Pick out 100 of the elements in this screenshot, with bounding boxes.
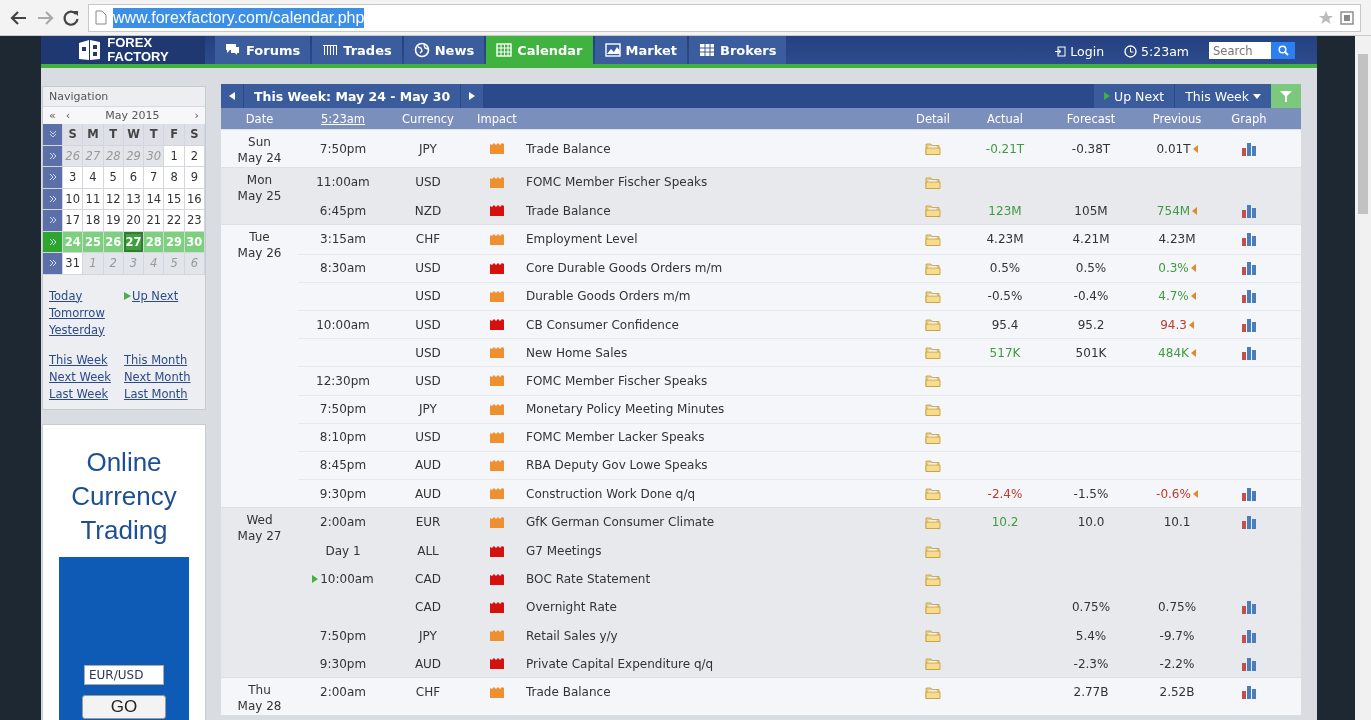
calendar-day[interactable]: 21: [144, 210, 165, 232]
bar-chart-icon[interactable]: [1241, 141, 1257, 156]
nav-tab[interactable]: Trades: [312, 36, 402, 64]
range-dropdown[interactable]: This Week: [1175, 84, 1271, 108]
folder-icon[interactable]: [925, 544, 941, 558]
event-title[interactable]: Construction Work Done q/q: [526, 486, 696, 501]
event-title[interactable]: BOC Rate Statement: [526, 572, 651, 587]
range-link[interactable]: Last Week: [49, 386, 109, 401]
folder-icon[interactable]: [925, 487, 941, 501]
calendar-day[interactable]: 9: [184, 167, 205, 189]
bar-chart-icon[interactable]: [1241, 289, 1257, 304]
bar-chart-icon[interactable]: [1241, 656, 1257, 671]
nav-tab[interactable]: Brokers: [688, 36, 787, 64]
next-week-button[interactable]: [461, 84, 484, 108]
event-title[interactable]: Monetary Policy Meeting Minutes: [526, 402, 725, 417]
search-field[interactable]: Search: [1209, 42, 1271, 59]
event-title[interactable]: Core Durable Goods Orders m/m: [526, 261, 723, 276]
calendar-day[interactable]: 31: [63, 253, 84, 275]
folder-icon[interactable]: [925, 232, 941, 246]
week-row-link[interactable]: [43, 145, 63, 167]
calendar-day[interactable]: 17: [63, 210, 84, 232]
nav-link[interactable]: Tomorrow: [49, 305, 105, 320]
ad-banner[interactable]: Online Currency Trading EUR/USD GO: [42, 423, 206, 720]
week-row-link[interactable]: [43, 167, 63, 189]
range-link[interactable]: Next Month: [124, 369, 191, 384]
bar-chart-icon[interactable]: [1241, 345, 1257, 360]
next-month-link[interactable]: ›: [194, 109, 199, 122]
bar-chart-icon[interactable]: [1241, 486, 1257, 501]
prev-week-button[interactable]: [221, 84, 243, 108]
search-button[interactable]: [1271, 42, 1295, 59]
folder-icon[interactable]: [925, 175, 941, 189]
range-link[interactable]: This Month: [124, 352, 188, 367]
event-title[interactable]: Overnight Rate: [526, 600, 617, 615]
folder-icon[interactable]: [925, 346, 941, 360]
bar-chart-icon[interactable]: [1241, 203, 1257, 218]
folder-icon[interactable]: [925, 572, 941, 586]
nav-tab[interactable]: News: [403, 36, 485, 64]
nav-tab[interactable]: Forums: [215, 36, 311, 64]
calendar-day[interactable]: 15: [164, 188, 185, 210]
event-title[interactable]: Retail Sales y/y: [526, 628, 618, 643]
login-link[interactable]: Login: [1055, 42, 1105, 60]
nav-link[interactable]: Today: [49, 288, 83, 303]
filter-button[interactable]: [1271, 84, 1301, 108]
calendar-day[interactable]: 3: [63, 167, 84, 189]
scrollbar[interactable]: [1355, 36, 1371, 720]
range-link[interactable]: Next Week: [49, 369, 111, 384]
folder-icon[interactable]: [925, 430, 941, 444]
calendar-day[interactable]: 7: [144, 167, 165, 189]
calendar-day[interactable]: 20: [123, 210, 145, 232]
calendar-day[interactable]: 5: [103, 167, 124, 189]
folder-icon[interactable]: [925, 402, 941, 416]
event-title[interactable]: CB Consumer Confidence: [526, 317, 679, 332]
nav-tab[interactable]: Market: [594, 36, 687, 64]
prev-year-link[interactable]: «: [49, 109, 56, 122]
range-link[interactable]: This Week: [49, 352, 108, 367]
week-row-link[interactable]: [43, 253, 63, 275]
calendar-day[interactable]: 11: [83, 188, 104, 210]
bar-chart-icon[interactable]: [1241, 317, 1257, 332]
week-row-link[interactable]: [43, 231, 63, 253]
go-button[interactable]: GO: [82, 694, 166, 719]
calendar-day[interactable]: 1: [164, 145, 185, 167]
folder-icon[interactable]: [925, 600, 941, 614]
star-icon[interactable]: [1318, 9, 1334, 26]
nav-link[interactable]: Yesterday: [49, 322, 105, 337]
event-title[interactable]: Trade Balance: [526, 685, 611, 700]
folder-icon[interactable]: [925, 289, 941, 303]
reload-icon[interactable]: [62, 8, 80, 27]
chevron-down-icon[interactable]: [48, 130, 57, 139]
bar-chart-icon[interactable]: [1241, 515, 1257, 530]
calendar-day[interactable]: 4: [83, 167, 104, 189]
bar-chart-icon[interactable]: [1241, 685, 1257, 700]
folder-icon[interactable]: [925, 629, 941, 643]
calendar-day[interactable]: 8: [164, 167, 185, 189]
bar-chart-icon[interactable]: [1241, 232, 1257, 247]
bar-chart-icon[interactable]: [1241, 600, 1257, 615]
folder-icon[interactable]: [925, 515, 941, 529]
back-icon[interactable]: [10, 9, 28, 26]
nav-link[interactable]: Up Next: [132, 288, 179, 303]
bar-chart-icon[interactable]: [1241, 261, 1257, 276]
pair-select[interactable]: EUR/USD: [84, 664, 164, 685]
folder-icon[interactable]: [925, 261, 941, 275]
folder-icon[interactable]: [925, 458, 941, 472]
event-title[interactable]: G7 Meetings: [526, 544, 602, 559]
event-title[interactable]: Trade Balance: [526, 141, 611, 156]
calendar-day[interactable]: 6: [123, 167, 145, 189]
calendar-day[interactable]: 23: [184, 210, 205, 232]
week-row-link[interactable]: [43, 188, 63, 210]
event-title[interactable]: Employment Level: [526, 232, 638, 247]
folder-icon[interactable]: [925, 374, 941, 388]
extension-icon[interactable]: [1340, 10, 1354, 25]
event-title[interactable]: Trade Balance: [526, 203, 611, 218]
event-title[interactable]: FOMC Member Lacker Speaks: [526, 430, 705, 445]
folder-icon[interactable]: [925, 685, 941, 699]
event-title[interactable]: GfK German Consumer Climate: [526, 515, 715, 530]
folder-icon[interactable]: [925, 318, 941, 332]
calendar-day[interactable]: 19: [103, 210, 124, 232]
event-title[interactable]: FOMC Member Fischer Speaks: [526, 175, 708, 190]
range-link[interactable]: Last Month: [124, 386, 188, 401]
up-next-button[interactable]: Up Next: [1094, 84, 1175, 108]
folder-icon[interactable]: [925, 204, 941, 218]
